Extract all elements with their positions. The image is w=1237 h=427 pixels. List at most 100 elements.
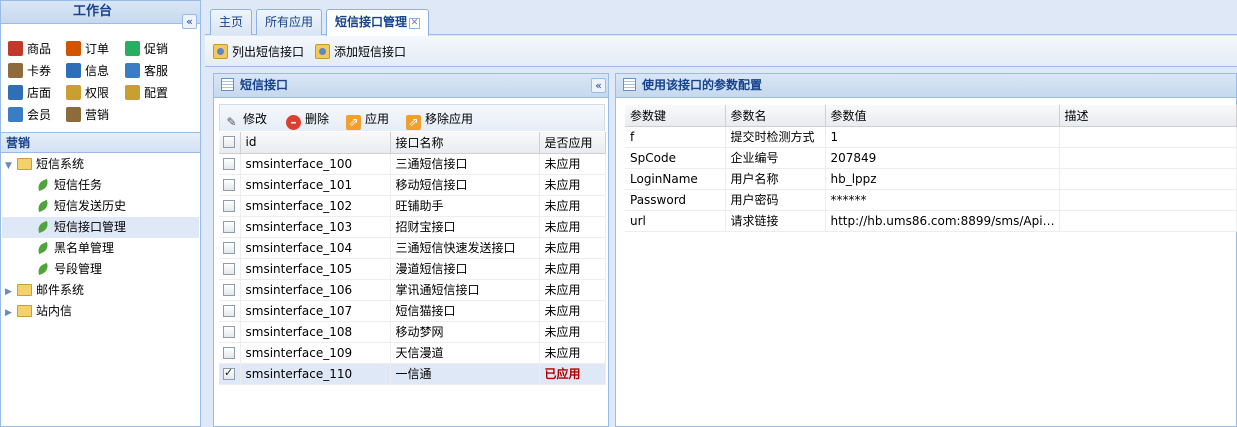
table-row[interactable]: smsinterface_102 旺铺助手 未应用 (219, 195, 606, 217)
tree-node-mail-system[interactable]: ▶ 邮件系统 (5, 280, 199, 301)
tab-all-apps[interactable]: 所有应用 (256, 9, 323, 35)
table-row[interactable]: smsinterface_108 移动梦网 未应用 (219, 321, 606, 343)
leaf-icon (35, 241, 51, 255)
table-row[interactable]: smsinterface_105 漫道短信接口 未应用 (219, 258, 606, 280)
quick-item-coupons[interactable]: 卡券 (8, 60, 51, 82)
row-status: 未应用 (539, 279, 606, 301)
quick-item-support[interactable]: 客服 (125, 60, 168, 82)
tree-node-sms-system[interactable]: ▼ 短信系统 (5, 154, 199, 175)
param-key: f (625, 126, 726, 148)
expand-arrow-icon[interactable]: ▶ (5, 282, 15, 303)
row-select-cell (219, 174, 241, 196)
quick-item-promotion[interactable]: 促销 (125, 38, 168, 60)
panel-title: 短信接口 (221, 74, 288, 97)
edit-icon: ✎ (226, 115, 237, 129)
tree-node-number-segment[interactable]: 号段管理 (35, 259, 199, 280)
row-checkbox[interactable] (223, 220, 235, 233)
table-row[interactable]: Password 用户密码 ****** (625, 189, 1237, 211)
collapse-sidebar-button[interactable]: « (182, 14, 197, 29)
row-select-cell (219, 237, 241, 259)
remove-apply-button[interactable]: ⇗ 移除应用 (406, 110, 473, 130)
expand-arrow-icon[interactable]: ▶ (5, 303, 15, 324)
row-checkbox[interactable] (223, 178, 235, 191)
table-row[interactable]: smsinterface_107 短信猫接口 未应用 (219, 300, 606, 322)
column-header-id[interactable]: id (240, 132, 391, 154)
apply-icon: ⇗ (346, 115, 361, 130)
param-key: Password (625, 189, 726, 211)
row-checkbox[interactable] (223, 304, 235, 317)
sidebar-title: 工作台 (72, 4, 112, 19)
table-row[interactable]: smsinterface_109 天信漫道 未应用 (219, 342, 606, 364)
row-checkbox[interactable] (223, 366, 235, 380)
collapse-panel-button[interactable]: « (591, 78, 606, 93)
quick-item-store[interactable]: 店面 (8, 82, 51, 104)
info-icon (66, 63, 81, 78)
column-header-param-name[interactable]: 参数名 (725, 105, 826, 127)
tree-node-site-message[interactable]: ▶ 站内信 (5, 301, 199, 322)
row-checkbox[interactable] (223, 241, 235, 254)
table-row[interactable]: smsinterface_104 三通短信快速发送接口 未应用 (219, 237, 606, 259)
row-name: 移动短信接口 (390, 174, 540, 196)
column-header-value[interactable]: 参数值 (825, 105, 1060, 127)
param-name: 提交时检测方式 (725, 126, 826, 148)
tree-node-sms-history[interactable]: 短信发送历史 (35, 196, 199, 217)
row-checkbox[interactable] (223, 346, 235, 359)
row-id: smsinterface_101 (240, 174, 391, 196)
table-row[interactable]: f 提交时检测方式 1 (625, 126, 1237, 148)
add-sms-interface-button[interactable]: 添加短信接口 (315, 43, 406, 61)
panel-title: 使用该接口的参数配置 (623, 74, 762, 97)
param-value: hb_lppz (825, 168, 1060, 190)
params-panel: 使用该接口的参数配置 参数键 参数名 参数值 描述 f 提交时检测方式 1 SpCod… (615, 73, 1237, 427)
promo-icon (125, 41, 140, 56)
table-row[interactable]: smsinterface_103 招财宝接口 未应用 (219, 216, 606, 238)
quick-item-orders[interactable]: 订单 (66, 38, 109, 60)
row-name: 天信漫道 (390, 342, 540, 364)
select-all-checkbox[interactable] (223, 136, 235, 149)
leaf-icon (35, 220, 51, 234)
row-select-cell (219, 342, 241, 364)
row-checkbox[interactable] (223, 157, 235, 170)
table-row[interactable]: SpCode 企业编号 207849 (625, 147, 1237, 169)
section-header[interactable]: 营销 (1, 132, 200, 153)
quick-item-permissions[interactable]: 权限 (66, 82, 109, 104)
close-icon[interactable]: ✕ (409, 18, 421, 29)
edit-button[interactable]: ✎ 修改 (224, 110, 267, 129)
quick-item-goods[interactable]: 商品 (8, 38, 51, 60)
tab-home[interactable]: 主页 (210, 9, 253, 35)
delete-button[interactable]: – 删除 (286, 110, 329, 130)
column-header-key[interactable]: 参数键 (625, 105, 726, 127)
list-sms-interface-button[interactable]: 列出短信接口 (213, 43, 304, 61)
row-name: 招财宝接口 (390, 216, 540, 238)
column-header-status[interactable]: 是否应用 (539, 132, 606, 154)
table-row[interactable]: url 请求链接 http://hb.ums86.com:8899/sms/Api/… (625, 210, 1237, 232)
sidebar: 工作台 « 商品 订单 促销 卡券 信息 客服 店面 权限 配置 会员 营销 营… (0, 0, 201, 427)
quick-item-members[interactable]: 会员 (8, 104, 51, 126)
param-name: 用户名称 (725, 168, 826, 190)
column-header-name[interactable]: 接口名称 (390, 132, 540, 154)
tab-sms-interface[interactable]: 短信接口管理 ✕ (326, 9, 430, 36)
param-name: 用户密码 (725, 189, 826, 211)
row-status: 未应用 (539, 237, 606, 259)
column-header-description[interactable]: 描述 (1059, 105, 1237, 127)
table-row[interactable]: smsinterface_106 掌讯通短信接口 未应用 (219, 279, 606, 301)
grid-toolbar: ✎ 修改 – 删除 ⇗ 应用 ⇗ 移除应用 (219, 104, 605, 131)
row-checkbox[interactable] (223, 262, 235, 275)
row-checkbox[interactable] (223, 283, 235, 296)
tree-node-sms-interface[interactable]: 短信接口管理 (2, 217, 199, 238)
row-select-cell (219, 321, 241, 343)
quick-item-config[interactable]: 配置 (125, 82, 168, 104)
apply-button[interactable]: ⇗ 应用 (346, 110, 389, 130)
table-row[interactable]: smsinterface_110一信通已应用 (219, 363, 606, 385)
quick-item-info[interactable]: 信息 (66, 60, 109, 82)
expand-arrow-icon[interactable]: ▼ (5, 156, 15, 177)
tree-node-blacklist[interactable]: 黑名单管理 (35, 238, 199, 259)
leaf-icon (35, 199, 51, 213)
table-row[interactable]: smsinterface_100 三通短信接口 未应用 (219, 153, 606, 175)
table-row[interactable]: smsinterface_101 移动短信接口 未应用 (219, 174, 606, 196)
quick-item-marketing[interactable]: 营销 (66, 104, 109, 126)
row-checkbox[interactable] (223, 199, 235, 212)
row-checkbox[interactable] (223, 325, 235, 338)
tree-node-sms-task[interactable]: 短信任务 (35, 175, 199, 196)
sidebar-header: 工作台 (1, 1, 200, 24)
table-row[interactable]: LoginName 用户名称 hb_lppz (625, 168, 1237, 190)
